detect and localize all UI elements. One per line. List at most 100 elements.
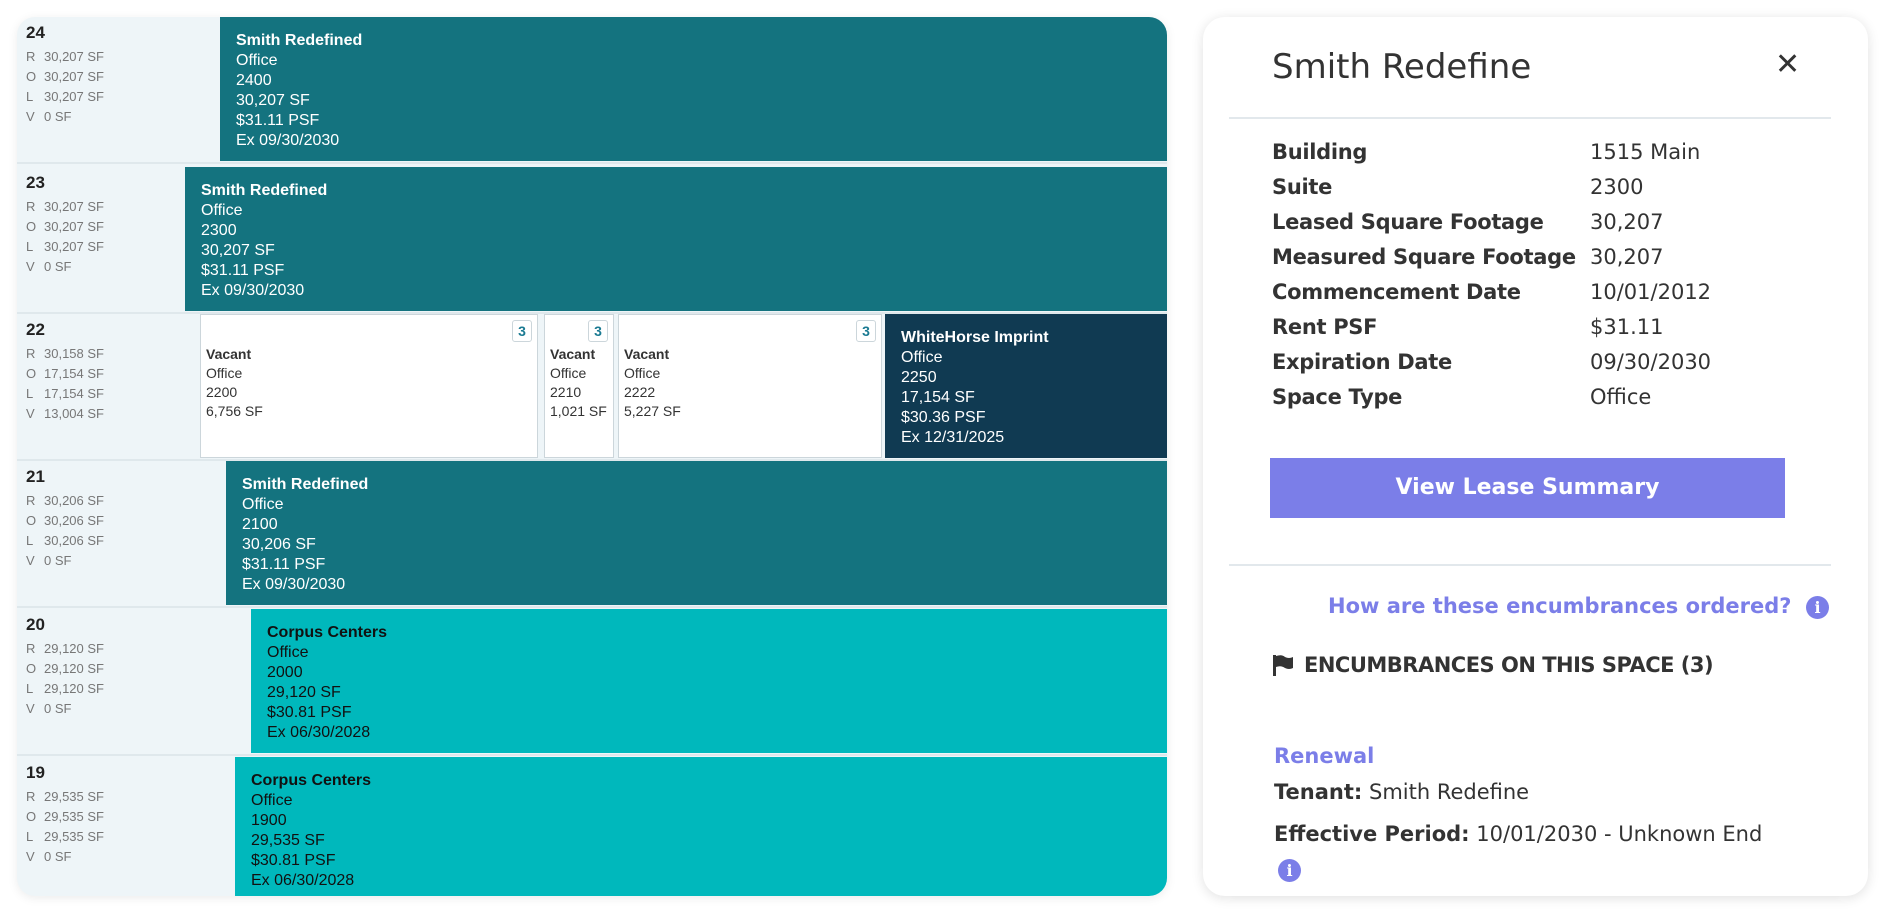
floor-stat: V 0 SF <box>26 699 104 719</box>
space-type: Office <box>251 792 293 809</box>
floor-row: 24 R 30,207 SF O 30,207 SF L 30,207 SF V 0 SF Smi… <box>17 17 1167 164</box>
space-rent: $30.81 PSF <box>267 704 352 721</box>
floor-stats: R 30,206 SF O 30,206 SF L 30,206 SF V 0 SF <box>26 491 104 571</box>
encumbrance-type-link[interactable]: Renewal <box>1274 744 1374 768</box>
floor-stat: V 0 SF <box>26 107 104 127</box>
stat-key: L <box>26 681 34 696</box>
space-rent: $31.11 PSF <box>201 262 285 279</box>
stat-key: V <box>26 553 35 568</box>
encumbrance-period: Effective Period: 10/01/2030 - Unknown E… <box>1274 822 1762 846</box>
space-tenant: Vacant <box>624 346 670 362</box>
space-detail-panel: Smith Redefine ✕ Building 1515 Main Suite 2… <box>1203 17 1868 896</box>
divider <box>1229 564 1831 566</box>
stat-key: O <box>26 219 37 234</box>
floor-stats: R 29,120 SF O 29,120 SF L 29,120 SF V 0 SF <box>26 639 104 719</box>
floor-stat: L 29,535 SF <box>26 827 104 847</box>
encumbrance-order-link[interactable]: How are these encumbrances ordered? i <box>1328 594 1830 619</box>
stat-value: 13,004 SF <box>44 406 104 421</box>
stat-key: R <box>26 789 36 804</box>
floor-stat: R 30,158 SF <box>26 344 104 364</box>
space-suite: 2200 <box>206 384 238 400</box>
detail-value: 09/30/2030 <box>1590 350 1712 374</box>
space-suite: 2100 <box>242 516 278 533</box>
space-type: Office <box>236 52 278 69</box>
space-block[interactable]: Corpus Centers Office 1900 29,535 SF $30.81 … <box>235 757 1167 896</box>
space-sf: 30,206 SF <box>242 536 316 553</box>
stat-key: V <box>26 259 35 274</box>
stat-value: 30,206 SF <box>44 533 104 548</box>
detail-value: 1515 Main <box>1590 140 1701 164</box>
stat-key: L <box>26 533 34 548</box>
space-sf: 17,154 SF <box>901 389 975 406</box>
stat-value: 29,535 SF <box>44 789 104 804</box>
space-exp: Ex 09/30/2030 <box>236 132 340 149</box>
space-type: Office <box>550 365 587 381</box>
space-block[interactable]: 3 Vacant Office 2222 5,227 SF <box>618 314 882 458</box>
close-icon[interactable]: ✕ <box>1775 47 1800 82</box>
space-suite: 2250 <box>901 369 937 386</box>
space-block[interactable]: 3 Vacant Office 2210 1,021 SF <box>544 314 614 458</box>
encumbrances-heading-text: ENCUMBRANCES ON THIS SPACE (3) <box>1304 653 1714 677</box>
stat-value: 30,207 SF <box>44 199 104 214</box>
floor-number: 22 <box>26 320 45 339</box>
encumbrance-count-badge[interactable]: 3 <box>588 320 608 342</box>
encumbrance-count-badge[interactable]: 3 <box>512 320 532 342</box>
space-block[interactable]: Smith Redefined Office 2100 30,206 SF $31.11… <box>226 461 1167 605</box>
detail-row: Leased Square Footage 30,207 <box>1272 205 1711 240</box>
floor-stats: R 30,207 SF O 30,207 SF L 30,207 SF V 0 SF <box>26 47 104 127</box>
floor-stat: O 30,207 SF <box>26 67 104 87</box>
stat-value: 0 SF <box>44 701 72 716</box>
floor-stat: L 30,207 SF <box>26 87 104 107</box>
space-tenant: Smith Redefined <box>236 32 363 49</box>
floor-stat: R 30,206 SF <box>26 491 104 511</box>
space-rent: $31.11 PSF <box>242 556 326 573</box>
space-block[interactable]: 3 Vacant Office 2200 6,756 SF <box>200 314 538 458</box>
stat-value: 30,207 SF <box>44 239 104 254</box>
space-block[interactable]: Smith Redefined Office 2400 30,207 SF $31.11… <box>220 17 1167 161</box>
space-type: Office <box>901 349 943 366</box>
detail-label: Expiration Date <box>1272 350 1452 374</box>
stat-key: V <box>26 849 35 864</box>
stat-key: O <box>26 366 37 381</box>
space-suite: 2300 <box>201 222 237 239</box>
space-block[interactable]: Smith Redefined Office 2300 30,207 SF $31.11… <box>185 167 1167 311</box>
space-exp: Ex 09/30/2030 <box>201 282 305 299</box>
space-type: Office <box>624 365 661 381</box>
space-exp: Ex 06/30/2028 <box>267 724 371 741</box>
space-block[interactable]: Corpus Centers Office 2000 29,120 SF $30.81 … <box>251 609 1167 753</box>
stat-value: 0 SF <box>44 259 72 274</box>
detail-row: Suite 2300 <box>1272 170 1711 205</box>
stat-key: O <box>26 809 37 824</box>
stat-key: L <box>26 829 34 844</box>
info-icon[interactable]: i <box>1278 859 1301 882</box>
space-type: Office <box>242 496 284 513</box>
stat-value: 0 SF <box>44 849 72 864</box>
detail-row: Space Type Office <box>1272 380 1711 415</box>
space-rent: $30.81 PSF <box>251 852 336 869</box>
info-icon[interactable]: i <box>1806 595 1830 619</box>
stat-value: 29,120 SF <box>44 661 104 676</box>
detail-value: 2300 <box>1590 175 1644 199</box>
floor-row: 19 R 29,535 SF O 29,535 SF L 29,535 SF V 0 SF Cor… <box>17 757 1167 896</box>
floor-row: 23 R 30,207 SF O 30,207 SF L 30,207 SF V 0 SF Smi… <box>17 167 1167 314</box>
stat-value: 30,207 SF <box>44 49 104 64</box>
period-value: 10/01/2030 - Unknown End <box>1476 822 1763 846</box>
space-suite: 2000 <box>267 664 303 681</box>
detail-value: 10/01/2012 <box>1590 280 1712 304</box>
detail-label: Rent PSF <box>1272 315 1378 339</box>
space-suite: 2400 <box>236 72 272 89</box>
panel-title: Smith Redefine <box>1272 47 1532 87</box>
space-block[interactable]: WhiteHorse Imprint Office 2250 17,154 SF $30… <box>885 314 1167 458</box>
tenant-value: Smith Redefine <box>1368 780 1530 804</box>
floor-number: 24 <box>26 23 45 42</box>
space-type: Office <box>267 644 309 661</box>
stat-key: V <box>26 109 35 124</box>
stat-key: V <box>26 701 35 716</box>
how-link-text[interactable]: How are these encumbrances ordered? <box>1328 594 1791 618</box>
encumbrance-count-badge[interactable]: 3 <box>856 320 876 342</box>
space-sf: 29,535 SF <box>251 832 325 849</box>
space-sf: 1,021 SF <box>550 403 607 419</box>
stat-value: 30,207 SF <box>44 69 104 84</box>
view-lease-summary-button[interactable]: View Lease Summary <box>1270 458 1785 518</box>
floor-stats: R 30,158 SF O 17,154 SF L 17,154 SF V 13,004 SF <box>26 344 104 424</box>
